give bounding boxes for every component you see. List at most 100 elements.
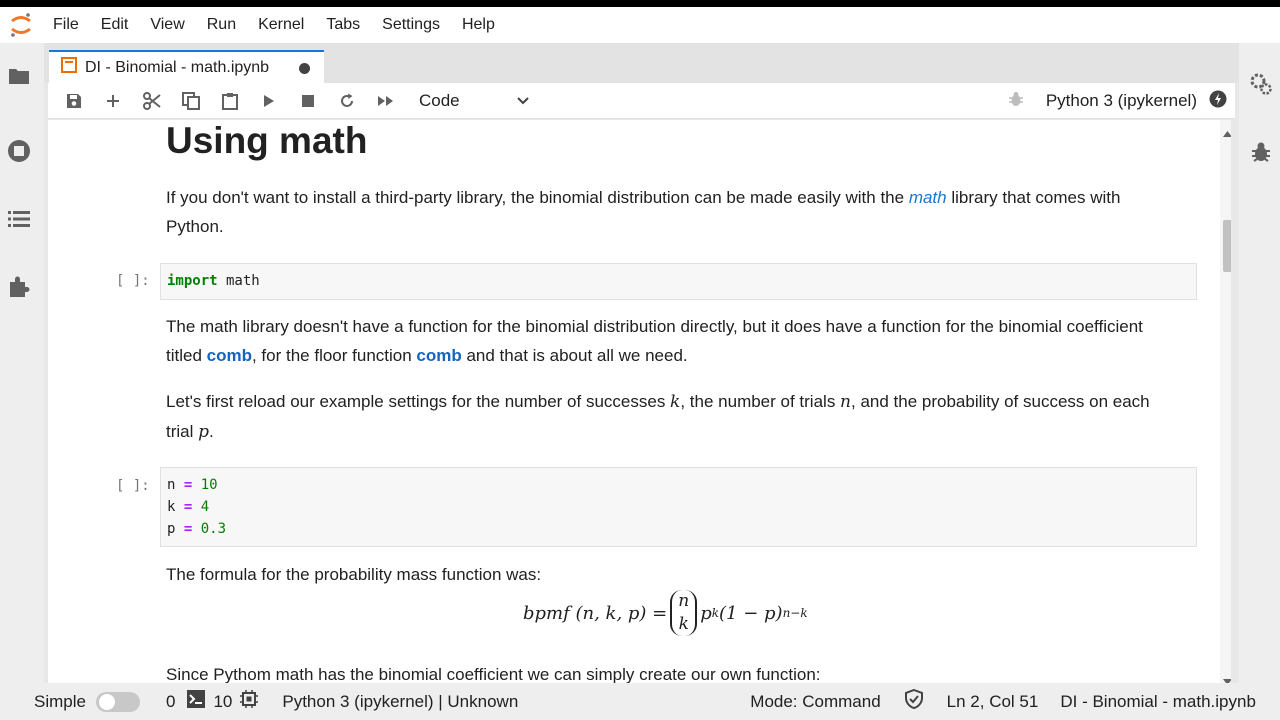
cell-prompt: [ ]: [116,273,150,289]
save-icon[interactable] [54,83,93,119]
scroll-down-icon[interactable] [1223,672,1231,683]
terminal-icon[interactable] [187,690,206,713]
add-cell-icon[interactable] [93,83,132,119]
simple-mode-label: Simple [34,691,86,711]
menu-tabs[interactable]: Tabs [315,7,371,43]
scroll-up-icon[interactable] [1223,124,1231,142]
menu-file[interactable]: File [42,7,90,43]
kernel-status-icon [1209,90,1227,113]
running-sessions-icon[interactable] [6,138,32,164]
menu-kernel[interactable]: Kernel [247,7,315,43]
math-var-k: k [670,392,681,412]
notebook-mode-text: Mode: Command [750,691,881,711]
menu-help[interactable]: Help [451,7,506,43]
kernels-count[interactable]: 10 [213,692,232,712]
notebook-tab[interactable]: DI - Binomial - math.ipynb [49,50,324,83]
formula-exp-nk: n−k [782,606,808,620]
notebook-scrollbar[interactable] [1220,120,1231,683]
notebook-icon [61,57,77,78]
fast-forward-icon[interactable] [366,83,405,119]
markdown-cell-settings: Let's first reload our example settings … [166,387,1166,447]
scrollbar-thumb[interactable] [1223,220,1231,272]
jupyter-logo-icon[interactable] [0,7,42,43]
folder-icon[interactable] [6,63,32,89]
keyword-import: import [167,273,218,289]
code-cell-settings[interactable]: n = 10 k = 4 p = 0.3 [160,467,1197,547]
comb-term-1: comb [206,346,252,365]
code-number: 10 [200,477,218,493]
kernel-status-text[interactable]: Python 3 (ipykernel) | Unknown [282,692,518,712]
cell-type-label: Code [419,90,460,110]
property-inspector-icon[interactable] [1248,71,1274,97]
code-line: p = 0.3 [167,518,1190,540]
cursor-position[interactable]: Ln 2, Col 51 [947,692,1039,712]
formula-exp-k: k [711,606,720,620]
jupyterlab-window: File Edit View Run Kernel Tabs Settings … [0,7,1280,720]
markdown-cell-formula-intro: The formula for the probability mass fun… [166,565,542,584]
math-var-p: p [198,422,210,442]
menubar: File Edit View Run Kernel Tabs Settings … [0,7,1280,43]
restart-icon[interactable] [327,83,366,119]
markdown-cell-intro: If you don't want to install a third-par… [166,183,1166,241]
tab-bar: DI - Binomial - math.ipynb [44,43,1239,83]
code-text: math [217,273,260,289]
comb-text-c: and that is about all we need. [461,346,688,365]
markdown-cell-comb: The math library doesn't have a function… [166,312,1166,370]
notebook-panel: Using math If you don't want to install … [48,120,1231,683]
status-bar: Simple 0 10 Python 3 (ipykernel) | Unkno… [0,683,1280,720]
cell-prompt: [ ]: [116,478,150,494]
debugger-icon[interactable] [1248,139,1274,165]
menu-run[interactable]: Run [196,7,247,43]
pmf-formula: bpmf (n, k, p) = n k pk (1 − p) n−k [523,590,808,636]
run-icon[interactable] [249,83,288,119]
binomial-coefficient: n k [670,590,698,636]
extensions-icon[interactable] [6,274,32,300]
comb-term-2: comb [416,346,462,365]
binom-top: n [678,591,690,611]
code-operator: = [183,477,193,493]
menu-view[interactable]: View [139,7,195,43]
stop-icon[interactable] [288,83,327,119]
notebook-toolbar: Code Python 3 (ipykernel) [48,83,1235,119]
kernel-area: Python 3 (ipykernel) [1008,83,1227,119]
formula-lhs: bpmf (n, k, p) = [523,602,668,624]
kernel-name-button[interactable]: Python 3 (ipykernel) [1046,91,1197,111]
bug-icon[interactable] [1008,91,1024,112]
kernel-sessions-icon[interactable] [240,690,259,713]
markdown-cell-function-intro: Since Pythom math has the binomial coeff… [166,665,821,683]
left-sidebar [0,43,38,683]
simple-mode-toggle[interactable] [95,691,140,712]
table-of-contents-icon[interactable] [6,206,32,232]
tab-title: DI - Binomial - math.ipynb [85,58,270,76]
settings-text-a: Let's first reload our example settings … [166,392,671,411]
trusted-shield-icon[interactable] [904,688,923,714]
math-link[interactable]: math [909,188,947,207]
menu-settings[interactable]: Settings [371,7,451,43]
right-sidebar [1240,43,1280,683]
unsaved-indicator-icon[interactable] [299,63,310,74]
formula-mid: (1 − p) [719,602,783,624]
main-area: DI - Binomial - math.ipynb Code Python 3… [44,43,1239,683]
settings-text-d: . [209,422,214,441]
code-var: k [167,499,176,515]
menu-edit[interactable]: Edit [90,7,140,43]
formula-p: p [700,602,712,624]
cut-icon[interactable] [132,83,171,119]
code-operator: = [183,521,193,537]
code-number: 0.3 [200,521,227,537]
code-number: 4 [200,499,210,515]
terminals-count[interactable]: 0 [166,692,175,712]
cell-type-dropdown[interactable]: Code [419,91,529,111]
comb-text-b: , for the floor function [251,346,417,365]
code-cell-import[interactable]: import math [160,263,1197,300]
code-var: n [167,477,176,493]
code-var: p [167,521,176,537]
code-line: n = 10 [167,474,1190,496]
code-line: k = 4 [167,496,1190,518]
settings-text-b: , the number of trials [680,392,841,411]
paste-icon[interactable] [210,83,249,119]
math-var-n: n [840,392,851,412]
status-filename: DI - Binomial - math.ipynb [1060,691,1256,711]
copy-icon[interactable] [171,83,210,119]
intro-text-a: If you don't want to install a third-par… [166,188,909,207]
